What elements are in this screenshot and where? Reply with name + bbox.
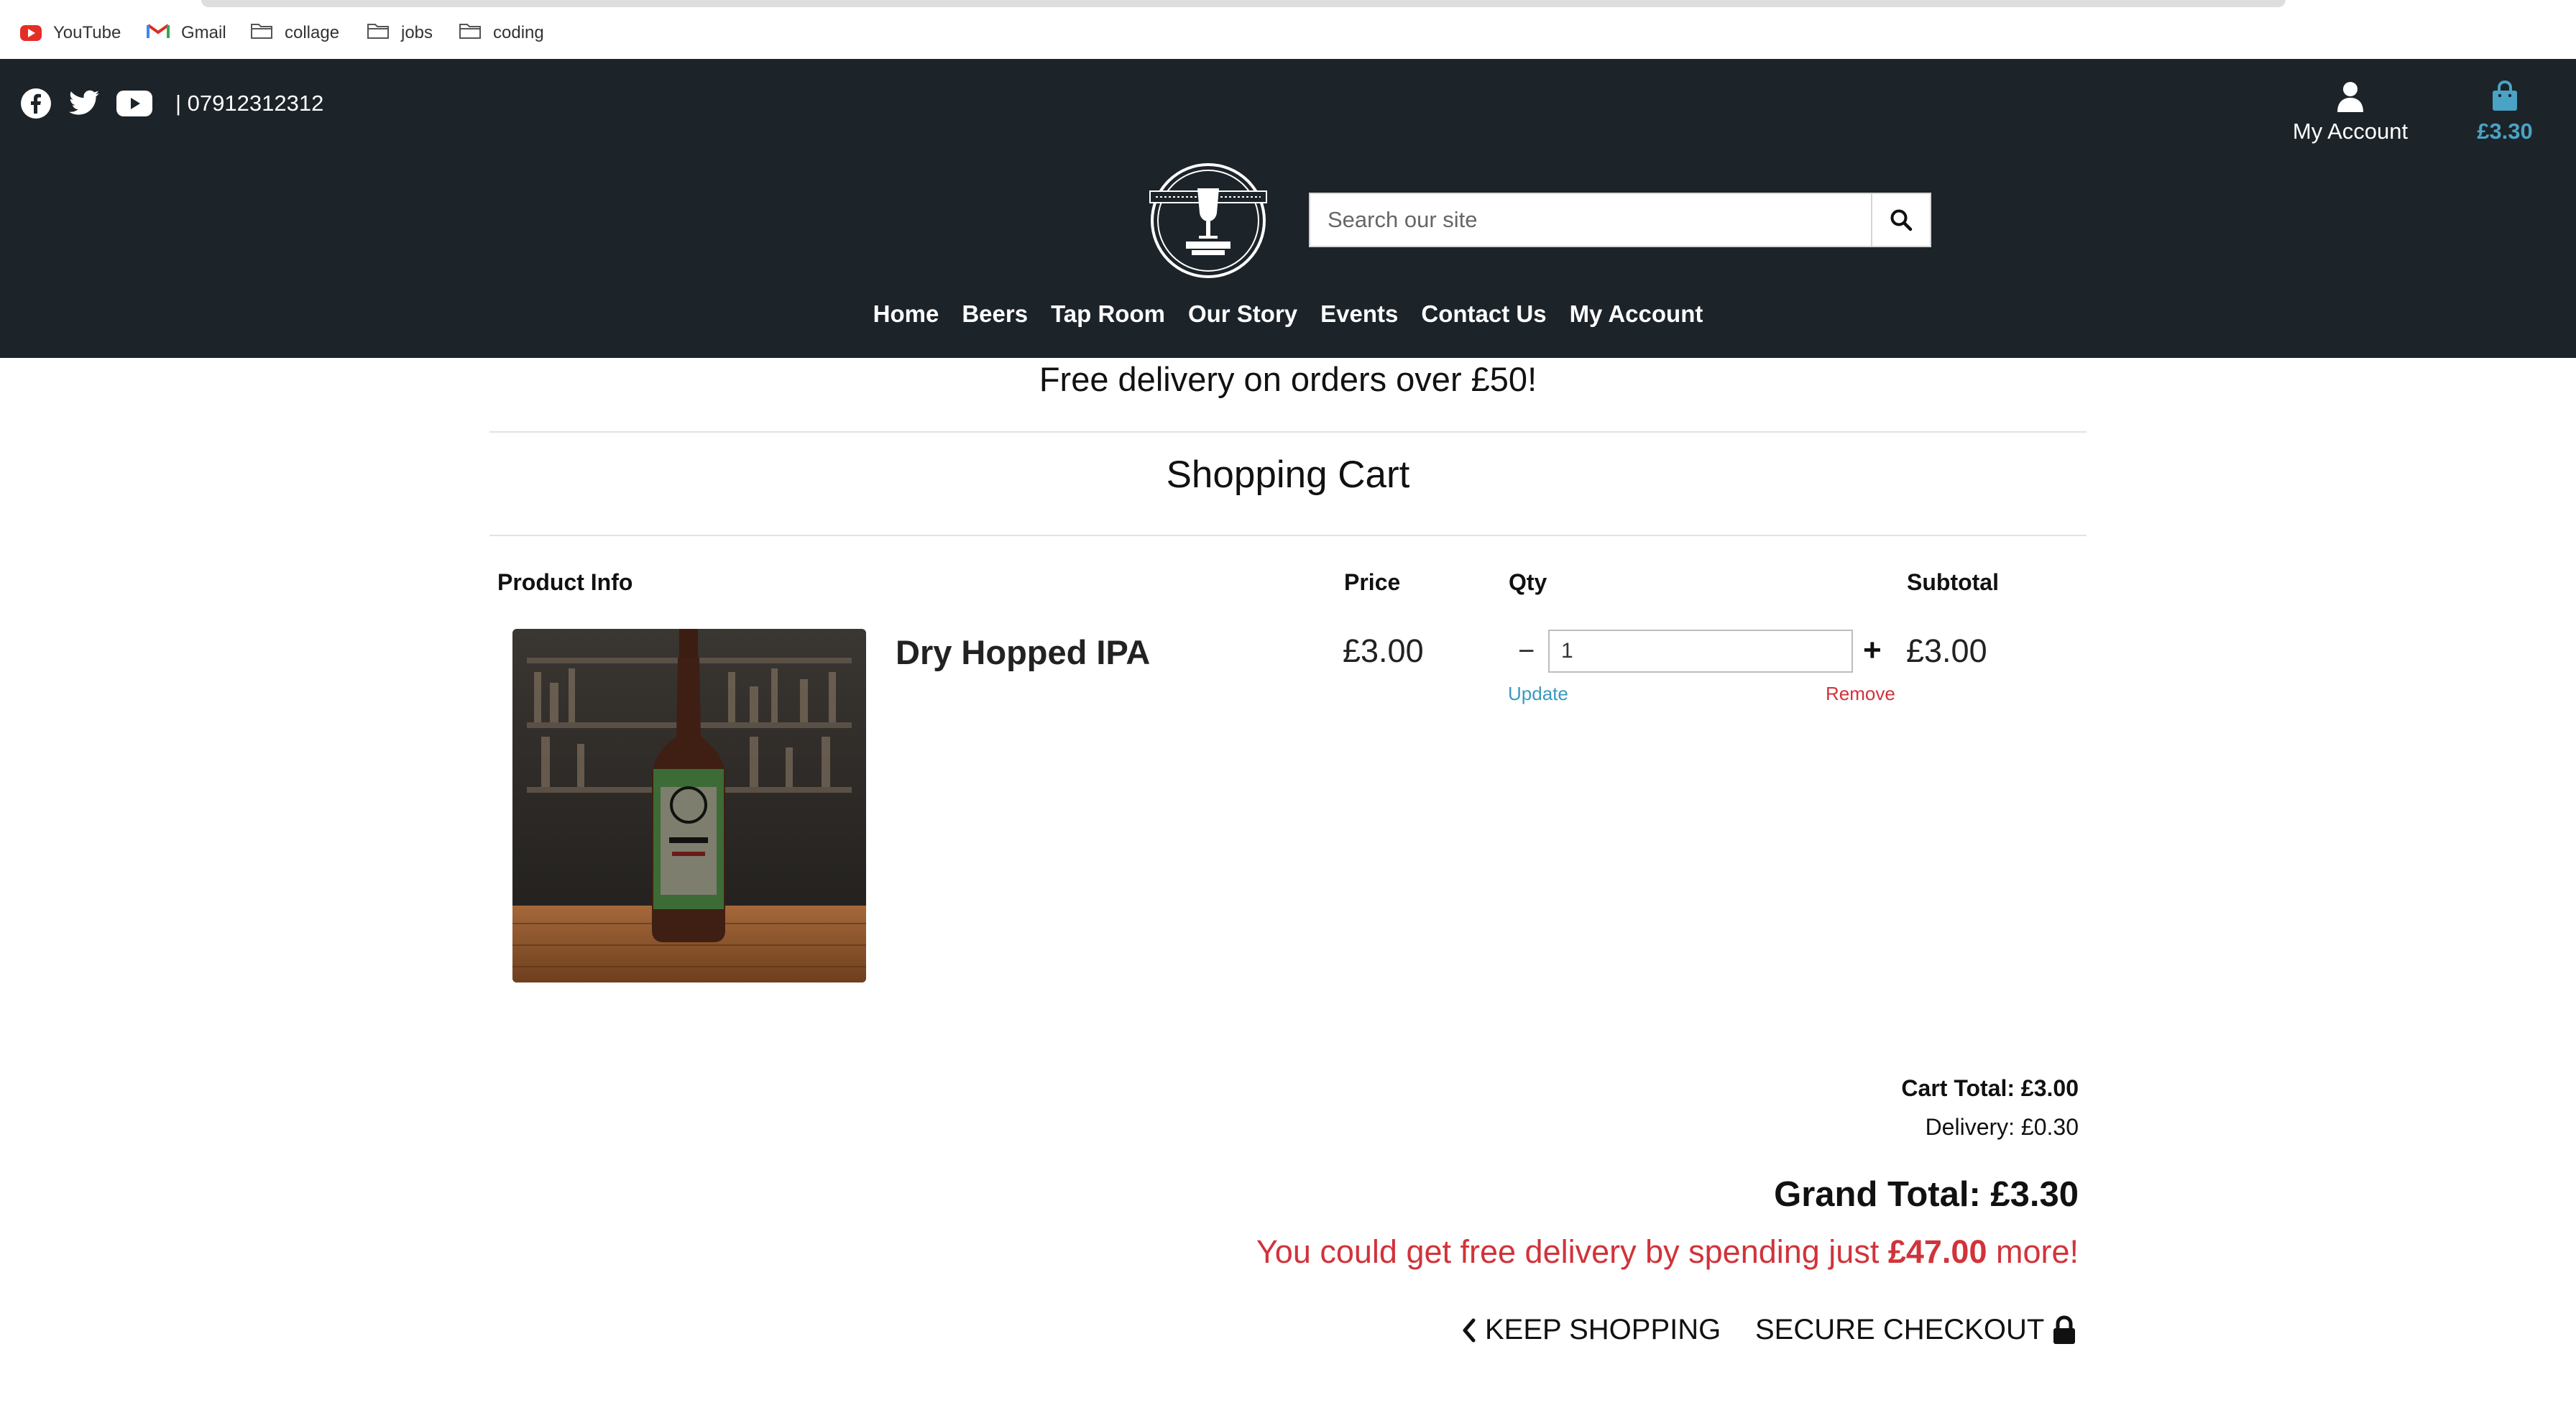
qty-increment-button[interactable]: + — [1863, 632, 1882, 668]
header-product-info: Product Info — [497, 569, 633, 595]
lock-icon — [2053, 1315, 2076, 1344]
cart-link[interactable]: £3.30 — [2465, 80, 2544, 144]
search-button[interactable] — [1871, 193, 1931, 247]
bookmark-gmail[interactable]: Gmail — [147, 22, 226, 45]
divider — [489, 431, 2087, 433]
product-name[interactable]: Dry Hopped IPA — [896, 632, 1150, 672]
header-price: Price — [1344, 569, 1401, 595]
divider — [489, 535, 2087, 536]
folder-icon — [367, 22, 390, 45]
header-qty: Qty — [1509, 569, 1547, 595]
bookmark-label: YouTube — [53, 23, 121, 42]
product-image — [512, 629, 866, 982]
product-subtotal: £3.00 — [1906, 632, 1987, 669]
bookmarks-bar: YouTube Gmail collage jobs coding — [0, 0, 2576, 59]
site-header: | 07912312312 My Account £3.30 Home Beer… — [0, 59, 2576, 358]
bookmark-label: coding — [493, 23, 544, 42]
upsell-prefix: You could get free delivery by spending … — [1256, 1233, 1888, 1270]
folder-icon — [250, 22, 273, 45]
secure-checkout-button[interactable]: SECURE CHECKOUT — [1755, 1314, 2077, 1346]
nav-home[interactable]: Home — [873, 300, 939, 328]
bookmark-label: Gmail — [181, 23, 226, 42]
cart-total: Cart Total: £3.00 — [1901, 1075, 2079, 1101]
grand-total: Grand Total: £3.30 — [1774, 1175, 2079, 1214]
search-input[interactable] — [1309, 193, 1871, 247]
qty-input[interactable] — [1548, 630, 1853, 673]
search-form — [1309, 193, 1931, 247]
delivery-banner: Free delivery on orders over £50! — [1039, 360, 1537, 398]
chevron-left-icon — [1463, 1318, 1476, 1342]
nav-tap-room[interactable]: Tap Room — [1051, 300, 1165, 328]
qty-decrement-button[interactable]: − — [1518, 635, 1535, 668]
youtube-icon — [20, 25, 42, 41]
twitter-icon[interactable] — [68, 90, 101, 117]
account-link[interactable]: My Account — [2271, 80, 2429, 144]
delivery-cost: Delivery: £0.30 — [1925, 1114, 2079, 1140]
upsell-amount: £47.00 — [1887, 1233, 1987, 1270]
gmail-icon — [147, 22, 170, 45]
bookmark-coding[interactable]: coding — [459, 22, 544, 45]
header-subtotal: Subtotal — [1907, 569, 1999, 595]
upsell-suffix: more! — [1987, 1233, 2079, 1270]
product-price: £3.00 — [1343, 632, 1424, 669]
cart-amount: £3.30 — [2477, 119, 2533, 144]
main-nav: Home Beers Tap Room Our Story Events Con… — [0, 300, 2576, 328]
account-label: My Account — [2292, 119, 2409, 144]
bookmark-label: collage — [285, 23, 340, 42]
shopping-bag-icon — [2493, 80, 2517, 111]
user-icon — [2337, 82, 2363, 112]
nav-contact-us[interactable]: Contact Us — [1421, 300, 1546, 328]
page-title: Shopping Cart — [1166, 454, 1410, 496]
nav-events[interactable]: Events — [1320, 300, 1398, 328]
phone-number: | 07912312312 — [175, 91, 324, 116]
address-bar-edge — [201, 0, 2286, 7]
remove-link[interactable]: Remove — [1826, 683, 1895, 705]
bookmark-jobs[interactable]: jobs — [367, 22, 433, 45]
nav-beers[interactable]: Beers — [962, 300, 1028, 328]
keep-shopping-label: KEEP SHOPPING — [1485, 1314, 1721, 1345]
folder-icon — [459, 22, 482, 45]
facebook-icon[interactable] — [20, 88, 52, 119]
keep-shopping-button[interactable]: KEEP SHOPPING — [1459, 1314, 1721, 1346]
bookmark-youtube[interactable]: YouTube — [20, 22, 121, 45]
bookmark-collage[interactable]: collage — [250, 22, 339, 45]
bookmark-label: jobs — [401, 23, 433, 42]
nav-my-account[interactable]: My Account — [1570, 300, 1703, 328]
secure-checkout-label: SECURE CHECKOUT — [1755, 1314, 2045, 1345]
free-delivery-message: You could get free delivery by spending … — [1256, 1233, 2079, 1271]
social-links: | 07912312312 — [20, 88, 323, 119]
update-link[interactable]: Update — [1508, 683, 1568, 705]
search-icon — [1890, 209, 1913, 231]
nav-our-story[interactable]: Our Story — [1188, 300, 1297, 328]
brewery-logo[interactable] — [1149, 161, 1268, 280]
youtube-icon[interactable] — [116, 91, 152, 116]
